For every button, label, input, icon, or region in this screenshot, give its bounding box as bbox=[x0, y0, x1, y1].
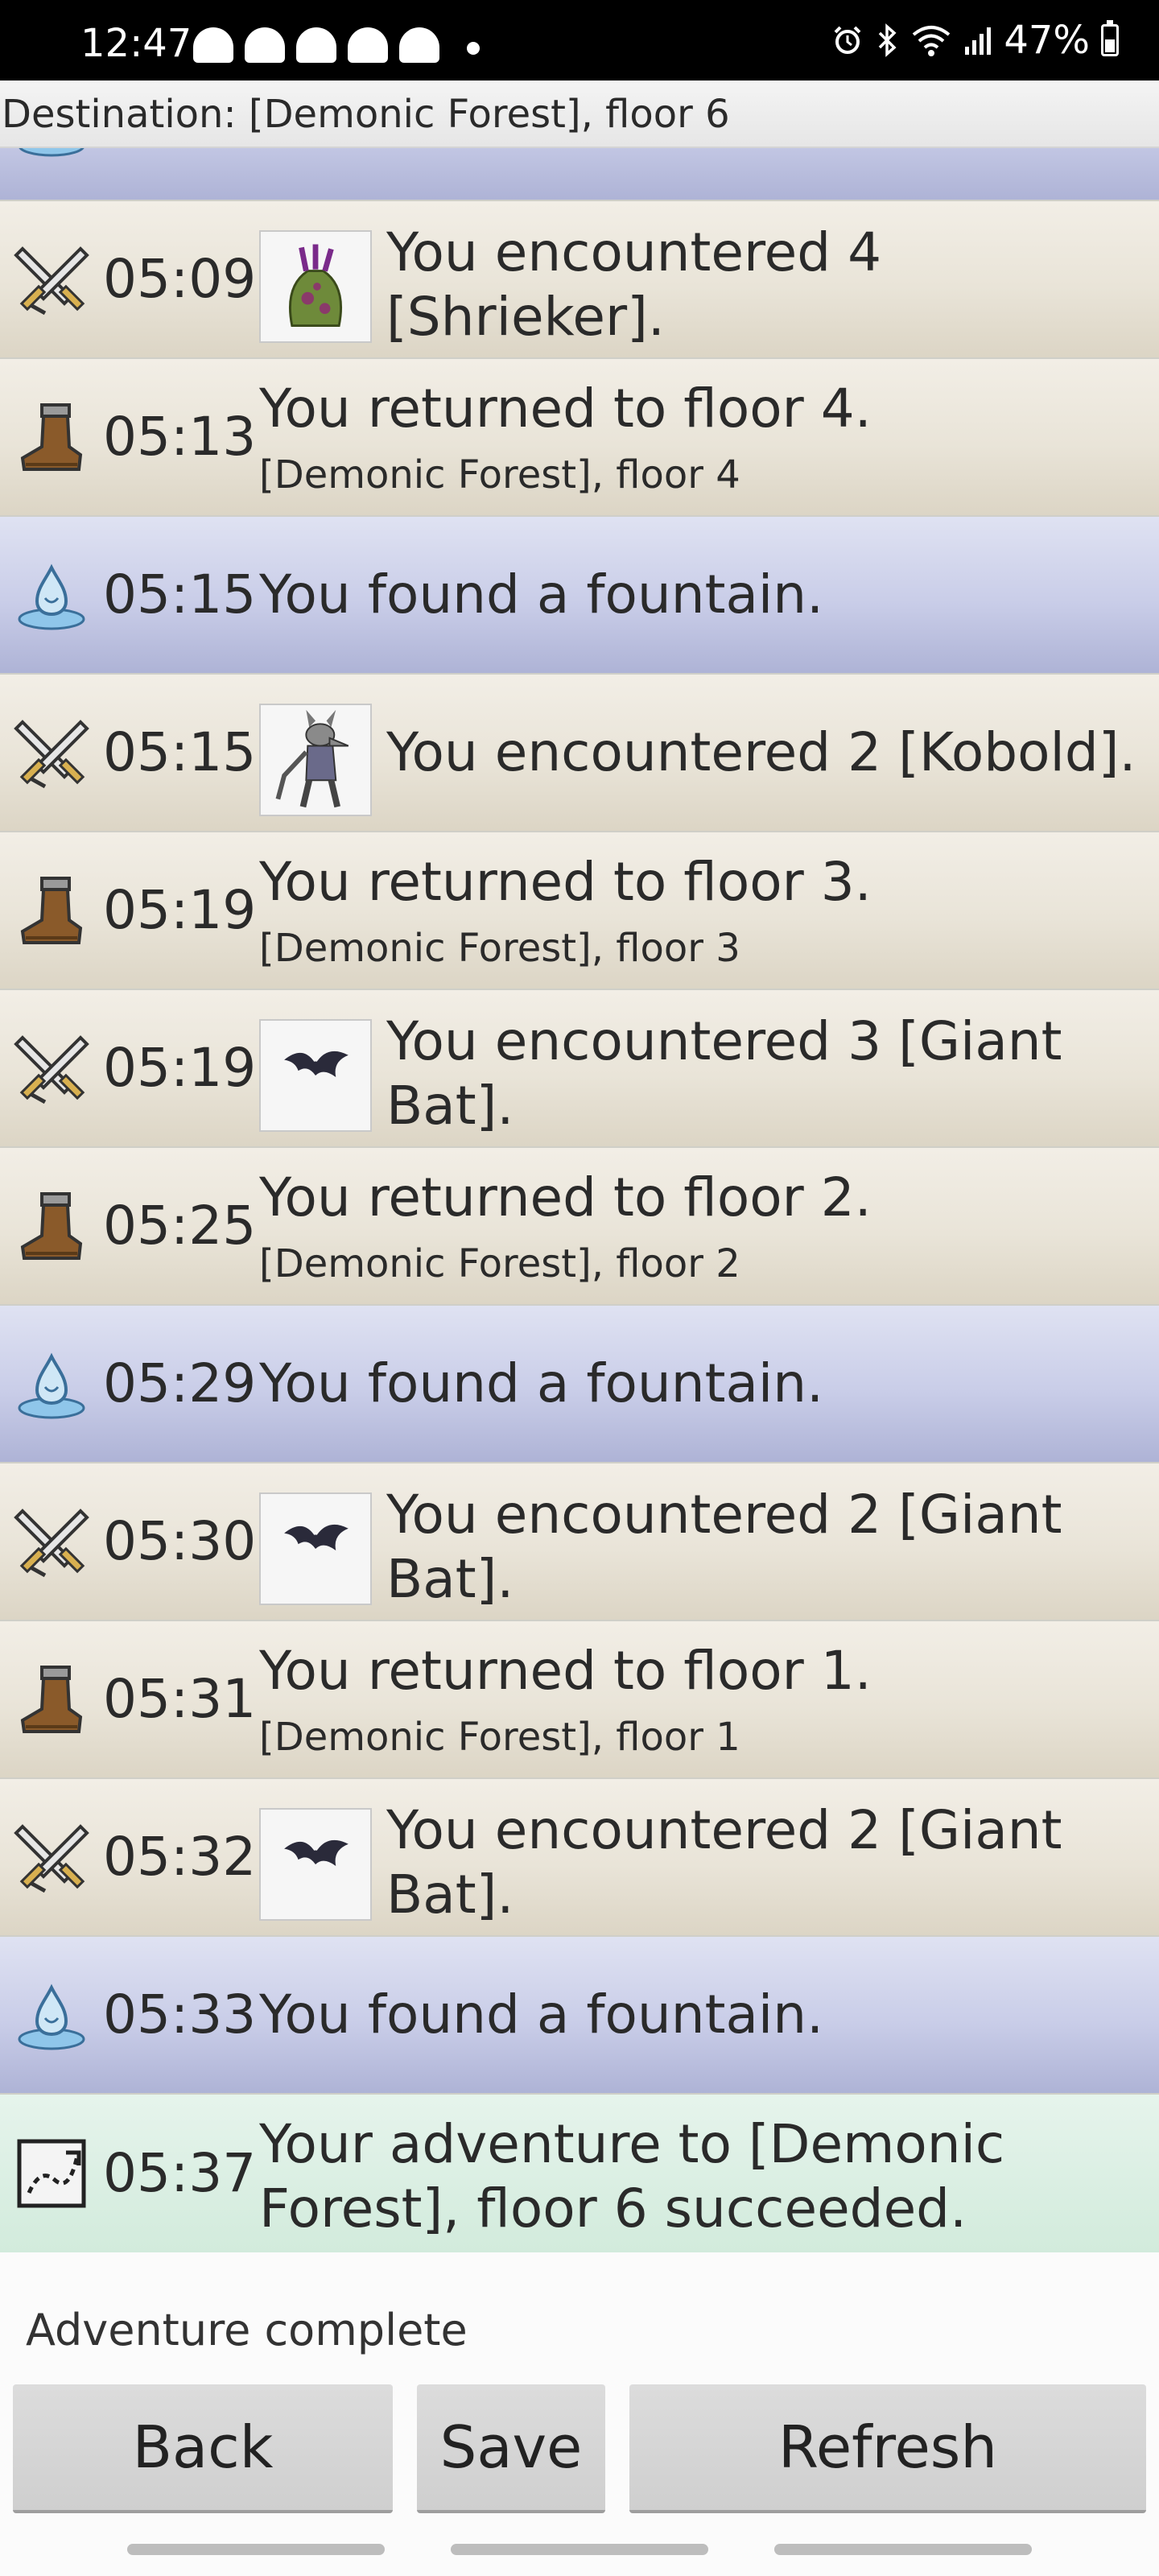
log-row-fountain[interactable]: 05:29 You found a fountain. bbox=[0, 1306, 1159, 1463]
snapchat-ghost-icon bbox=[193, 27, 233, 63]
adventure-log[interactable]: 05:09 You found a fountain. 05:09 You encou… bbox=[0, 80, 1159, 2274]
log-time: 05:15 bbox=[103, 564, 257, 625]
crossed-swords-icon bbox=[13, 1503, 90, 1580]
log-row-fountain[interactable]: 05:33 You found a fountain. bbox=[0, 1937, 1159, 2095]
log-row-battle[interactable]: 05:09 You encountered 4 [Shrieker]. bbox=[0, 201, 1159, 359]
log-time: 05:09 bbox=[103, 248, 257, 310]
log-message: You found a fountain. bbox=[259, 1984, 824, 2046]
log-row-battle[interactable]: 05:15 You encountered 2 [Kobold]. bbox=[0, 675, 1159, 832]
log-message: You returned to floor 1. bbox=[259, 1640, 872, 1702]
log-message: You encountered 2 [Kobold]. bbox=[386, 721, 1136, 783]
log-time: 05:19 bbox=[103, 1037, 257, 1099]
nav-recents-button[interactable] bbox=[127, 2544, 385, 2555]
adventure-status: Adventure complete bbox=[26, 2305, 468, 2355]
boot-icon bbox=[13, 1661, 90, 1738]
log-time: 05:29 bbox=[103, 1352, 257, 1414]
log-message: You encountered 4 [Shrieker]. bbox=[386, 221, 882, 348]
back-button[interactable]: Back bbox=[13, 2384, 393, 2513]
treasure-map-icon bbox=[13, 2135, 90, 2212]
fountain-icon bbox=[13, 556, 90, 634]
clock: 12:47 bbox=[80, 21, 192, 66]
log-location: [Demonic Forest], floor 1 bbox=[259, 1715, 740, 1760]
giant-bat-portrait[interactable] bbox=[259, 1019, 372, 1132]
log-location: [Demonic Forest], floor 4 bbox=[259, 452, 740, 497]
crossed-swords-icon bbox=[13, 241, 90, 318]
log-row-battle[interactable]: 05:32 You encountered 2 [Giant Bat]. bbox=[0, 1779, 1159, 1937]
log-message: You returned to floor 4. bbox=[259, 378, 872, 440]
boot-icon bbox=[13, 398, 90, 476]
destination-header: Destination: [Demonic Forest], floor 6 bbox=[0, 80, 1159, 148]
notification-icons bbox=[193, 27, 439, 63]
crossed-swords-icon bbox=[13, 1030, 90, 1107]
log-time: 05:15 bbox=[103, 721, 257, 783]
log-time: 05:33 bbox=[103, 1984, 257, 2046]
log-row-battle[interactable]: 05:30 You encountered 2 [Giant Bat]. bbox=[0, 1463, 1159, 1621]
snapchat-ghost-icon bbox=[399, 27, 439, 63]
log-time: 05:32 bbox=[103, 1826, 257, 1888]
crossed-swords-icon bbox=[13, 1818, 90, 1896]
boot-icon bbox=[13, 1187, 90, 1265]
shrieker-portrait[interactable] bbox=[259, 230, 372, 343]
fountain-icon bbox=[13, 1345, 90, 1422]
snapchat-ghost-icon bbox=[348, 27, 388, 63]
log-location: [Demonic Forest], floor 2 bbox=[259, 1241, 740, 1286]
crossed-swords-icon bbox=[13, 714, 90, 791]
log-row-battle[interactable]: 05:19 You encountered 3 [Giant Bat]. bbox=[0, 990, 1159, 1148]
log-time: 05:31 bbox=[103, 1668, 257, 1730]
wifi-icon bbox=[913, 26, 951, 56]
giant-bat-portrait[interactable] bbox=[259, 1808, 372, 1921]
log-message: You encountered 2 [Giant Bat]. bbox=[386, 1484, 1062, 1610]
log-message: Your adventure to [Demonic Forest], floo… bbox=[259, 2113, 1005, 2240]
log-message: You found a fountain. bbox=[259, 1352, 824, 1414]
log-row-travel[interactable]: 05:19 [Demonic Forest], floor 3 You return… bbox=[0, 832, 1159, 990]
boot-icon bbox=[13, 872, 90, 949]
save-button[interactable]: Save bbox=[417, 2384, 605, 2513]
log-location: [Demonic Forest], floor 3 bbox=[259, 926, 740, 971]
nav-back-button[interactable] bbox=[774, 2544, 1032, 2555]
refresh-button[interactable]: Refresh bbox=[629, 2384, 1146, 2513]
snapchat-ghost-icon bbox=[245, 27, 285, 63]
battery-percent: 47% bbox=[1004, 18, 1090, 63]
more-notifications-dot-icon bbox=[467, 42, 480, 55]
log-time: 05:19 bbox=[103, 879, 257, 941]
log-time: 05:37 bbox=[103, 2142, 257, 2204]
log-time: 05:30 bbox=[103, 1510, 257, 1572]
bluetooth-icon bbox=[879, 23, 897, 57]
log-row-fountain[interactable]: 05:15 You found a fountain. bbox=[0, 517, 1159, 675]
log-message: You returned to floor 3. bbox=[259, 851, 872, 913]
giant-bat-portrait[interactable] bbox=[259, 1492, 372, 1605]
snapchat-ghost-icon bbox=[296, 27, 336, 63]
log-row-travel[interactable]: 05:13 [Demonic Forest], floor 4 You return… bbox=[0, 359, 1159, 517]
log-row-success[interactable]: 05:37 Your adventure to [Demonic Forest],… bbox=[0, 2095, 1159, 2252]
log-row-travel[interactable]: 05:31 [Demonic Forest], floor 1 You return… bbox=[0, 1621, 1159, 1779]
log-time: 05:25 bbox=[103, 1195, 257, 1257]
nav-home-button[interactable] bbox=[451, 2544, 708, 2555]
log-row-travel[interactable]: 05:25 [Demonic Forest], floor 2 You return… bbox=[0, 1148, 1159, 1306]
log-message: You encountered 2 [Giant Bat]. bbox=[386, 1799, 1062, 1926]
alarm-icon bbox=[834, 26, 861, 54]
log-time: 05:13 bbox=[103, 406, 257, 468]
fountain-icon bbox=[13, 1976, 90, 2054]
kobold-portrait[interactable] bbox=[259, 704, 372, 816]
log-message: You encountered 3 [Giant Bat]. bbox=[386, 1010, 1062, 1137]
log-message: You returned to floor 2. bbox=[259, 1166, 872, 1228]
log-message: You found a fountain. bbox=[259, 564, 824, 625]
system-icons: 47% bbox=[831, 18, 1119, 63]
signal-icon bbox=[965, 27, 992, 55]
battery-icon bbox=[1101, 20, 1119, 56]
status-bar: 12:47 47% bbox=[0, 0, 1159, 80]
